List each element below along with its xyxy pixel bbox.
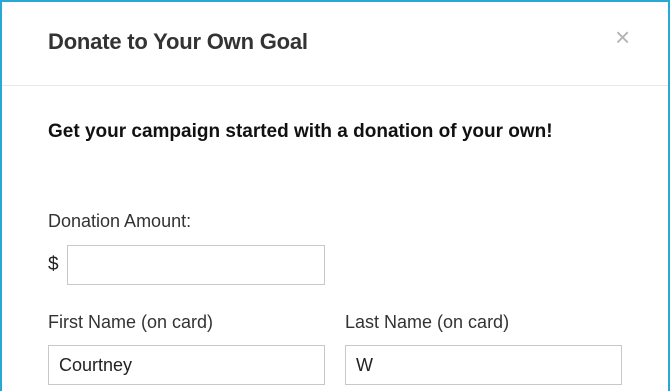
dialog-title: Donate to Your Own Goal bbox=[48, 29, 308, 54]
donate-modal: Donate to Your Own Goal × Get your campa… bbox=[0, 0, 670, 391]
header-divider bbox=[2, 85, 668, 86]
last-name-label: Last Name (on card) bbox=[345, 312, 510, 332]
first-name-input[interactable] bbox=[48, 345, 325, 385]
currency-symbol: $ bbox=[48, 254, 59, 275]
last-name-input[interactable] bbox=[345, 345, 622, 385]
donation-amount-input[interactable] bbox=[67, 245, 325, 285]
intro-text: Get your campaign started with a donatio… bbox=[48, 121, 553, 142]
close-icon[interactable]: × bbox=[615, 24, 630, 50]
first-name-label: First Name (on card) bbox=[48, 312, 214, 332]
donation-amount-label: Donation Amount: bbox=[48, 211, 192, 231]
